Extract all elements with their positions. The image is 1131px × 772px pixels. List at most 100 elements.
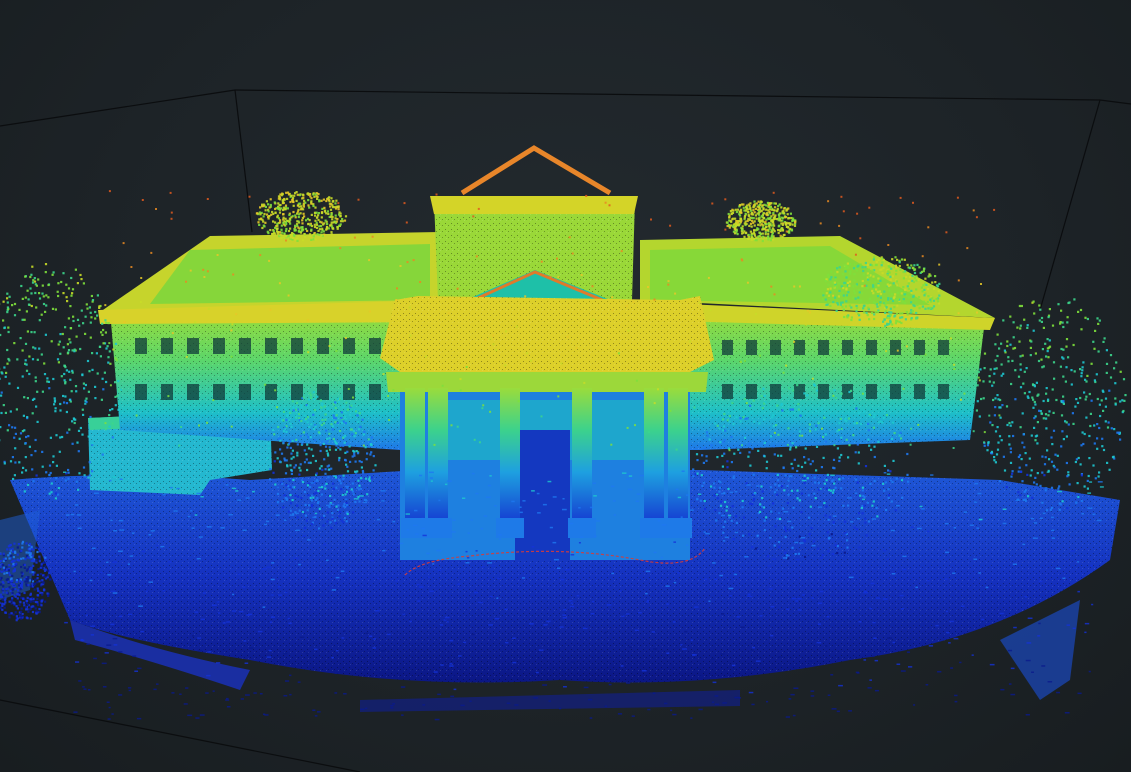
- tree-point: [868, 297, 872, 300]
- tree-point: [38, 319, 41, 322]
- tree-point: [269, 478, 272, 481]
- facade-point: [403, 202, 406, 205]
- tree-point: [40, 353, 43, 356]
- tree-point: [931, 281, 934, 284]
- facade-point: [840, 195, 843, 198]
- tree-point: [730, 435, 733, 438]
- ground-point: [522, 577, 525, 579]
- ground-point: [1010, 667, 1015, 670]
- ground-point: [77, 592, 81, 595]
- tree-point: [71, 292, 74, 295]
- tree-point: [722, 531, 725, 534]
- tree-point: [276, 232, 279, 235]
- ground-point: [305, 652, 309, 655]
- tree-point: [749, 464, 752, 467]
- ground-point: [504, 670, 507, 672]
- ground-point: [242, 586, 246, 588]
- facade-point: [180, 426, 183, 428]
- tree-point: [320, 402, 324, 405]
- facade-point: [821, 427, 823, 430]
- tree-point: [900, 292, 903, 295]
- tree-point: [290, 472, 293, 475]
- tree-point: [733, 227, 736, 230]
- tree-point: [67, 351, 70, 354]
- ground-point: [429, 590, 434, 592]
- tree-point: [35, 405, 38, 408]
- tree-point: [289, 493, 292, 497]
- tree-point: [856, 307, 859, 310]
- tree-point: [284, 204, 288, 207]
- window: [265, 338, 277, 354]
- ground-point: [895, 505, 900, 507]
- ground-point: [295, 529, 300, 532]
- ground-point: [1088, 670, 1091, 673]
- ground-point: [390, 707, 394, 709]
- tree-point: [94, 397, 97, 400]
- ground-point: [131, 532, 135, 534]
- tree-point: [1059, 365, 1062, 368]
- tree-point: [47, 283, 50, 287]
- tree-point: [1113, 367, 1116, 370]
- tree-point: [299, 202, 302, 205]
- point-cloud-viewport[interactable]: [0, 0, 1131, 772]
- tree-point: [796, 489, 799, 492]
- tree-point: [783, 207, 786, 210]
- tree-point: [813, 384, 817, 387]
- tree-point: [891, 299, 895, 303]
- ground-point: [298, 563, 301, 566]
- tree-point: [1019, 494, 1022, 497]
- tree-point: [917, 296, 921, 299]
- ground-point: [1012, 563, 1018, 565]
- tree-point: [838, 289, 841, 292]
- ground-point: [761, 505, 765, 508]
- ground-point: [592, 482, 596, 484]
- ground-point: [243, 640, 247, 642]
- tree-point: [862, 307, 865, 310]
- tree-point: [1051, 324, 1055, 327]
- tree-point: [267, 210, 270, 213]
- tree-point: [306, 229, 309, 232]
- tree-point: [101, 333, 104, 336]
- tree-point: [277, 425, 280, 429]
- ground-point: [710, 658, 715, 660]
- ground-point: [390, 704, 394, 707]
- tree-point: [13, 302, 17, 306]
- tree-point: [790, 462, 793, 465]
- tree-point: [814, 481, 817, 484]
- tree-point: [79, 273, 82, 277]
- ground-point: [721, 613, 725, 615]
- facade-point: [764, 220, 767, 223]
- point-cloud-scene[interactable]: [0, 0, 1131, 772]
- tree-point: [49, 578, 52, 581]
- tree-point: [857, 312, 860, 315]
- ground-point: [1027, 617, 1033, 619]
- tree-point: [1081, 369, 1084, 372]
- tree-point: [3, 366, 6, 369]
- tree-point: [84, 315, 87, 318]
- tree-point: [57, 361, 60, 364]
- tree-point: [727, 487, 730, 490]
- ground-point: [959, 661, 962, 664]
- ground-point: [583, 627, 588, 630]
- tree-point: [66, 300, 69, 303]
- facade-point: [635, 379, 638, 382]
- tree-point: [3, 572, 6, 575]
- tree-point: [1093, 442, 1096, 445]
- tree-point: [315, 221, 318, 224]
- ground-point: [1062, 577, 1066, 579]
- ground-point: [334, 672, 339, 674]
- tree-point: [800, 492, 803, 495]
- tree-point: [796, 384, 799, 387]
- tree-point: [0, 377, 1, 380]
- tree-point: [24, 605, 28, 608]
- tree-point: [324, 413, 327, 416]
- tree-point: [1017, 455, 1020, 459]
- tree-point: [1045, 392, 1048, 395]
- ground-point: [869, 607, 872, 610]
- ground-point: [65, 514, 70, 516]
- window: [213, 338, 225, 354]
- ground-point: [449, 665, 454, 667]
- tree-point: [23, 578, 26, 581]
- tree-point: [1082, 361, 1085, 364]
- tree-point: [300, 404, 303, 407]
